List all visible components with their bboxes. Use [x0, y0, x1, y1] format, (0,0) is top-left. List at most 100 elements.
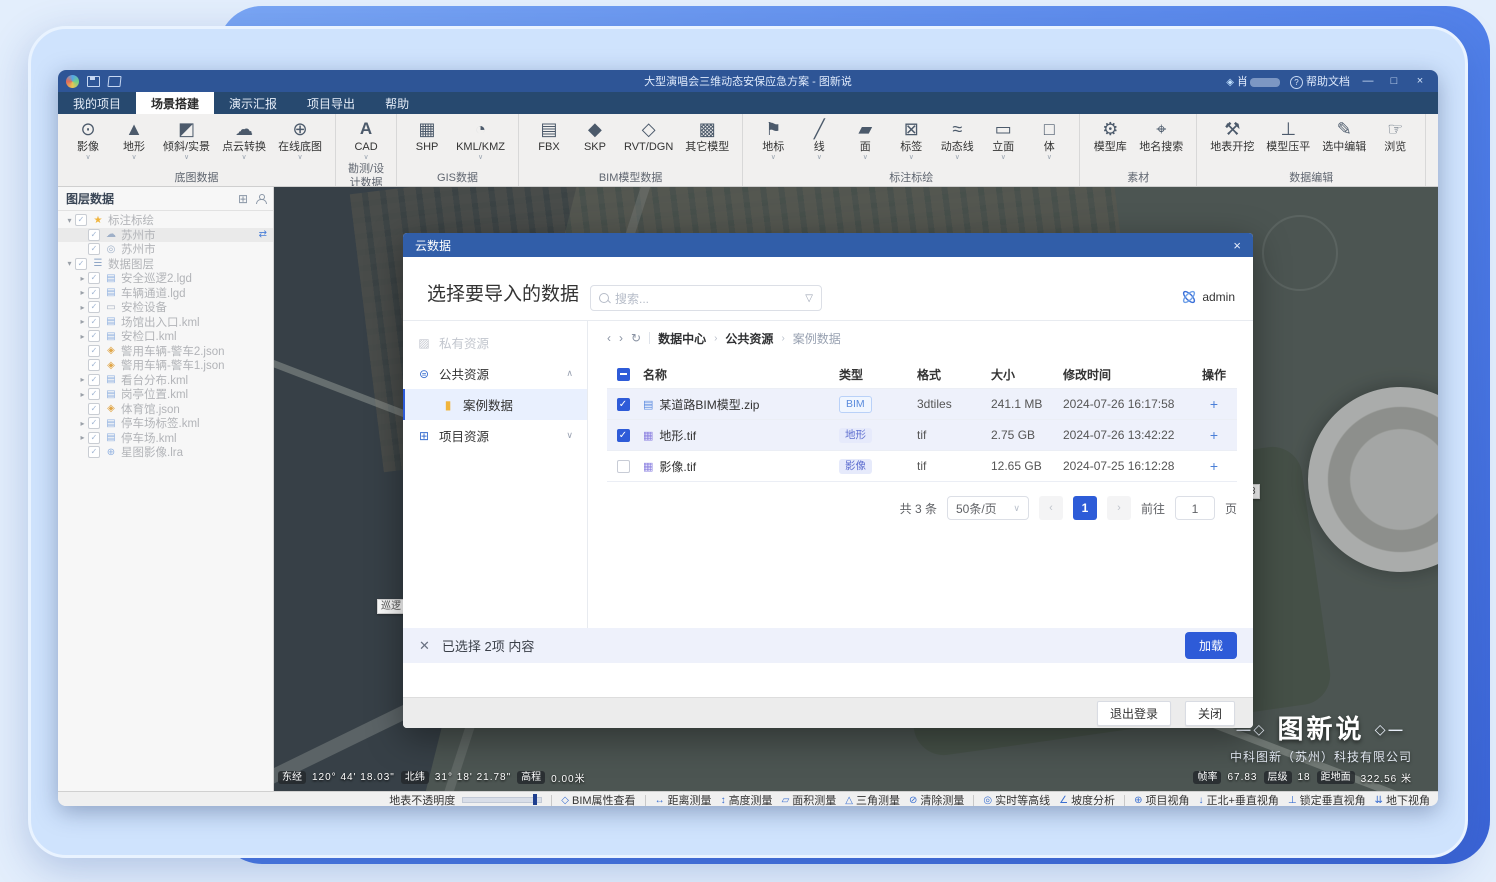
help-doc-link[interactable]: ?帮助文档 [1290, 73, 1350, 89]
opacity-slider-thumb[interactable] [533, 794, 537, 805]
layer-checkbox[interactable]: ✓ [88, 374, 100, 386]
layer-checkbox[interactable]: ✓ [88, 301, 100, 313]
ribbon-item-SHP[interactable]: ▦SHP [405, 117, 449, 162]
user-layers-icon[interactable] [256, 194, 265, 203]
add-row-icon[interactable]: + [1210, 427, 1218, 443]
add-row-icon[interactable]: + [1210, 458, 1218, 474]
ribbon-item-点云转换[interactable]: ☁点云转换∨ [217, 117, 271, 162]
layer-item-体育馆.json[interactable]: ✓◈体育馆.json [58, 402, 273, 417]
layer-item-岗亭位置.kml[interactable]: ▸✓▤岗亭位置.kml [58, 387, 273, 402]
tool-项目视角[interactable]: ⊕项目视角 [1134, 792, 1189, 806]
refresh-icon[interactable]: ↻ [631, 331, 641, 345]
load-button[interactable]: 加载 [1185, 632, 1237, 659]
opacity-slider[interactable] [462, 797, 542, 803]
ribbon-item-KML/KMZ[interactable]: ◔KML/KMZ∨ [451, 117, 510, 162]
search-input[interactable]: 搜索... ▽ [590, 285, 822, 311]
ribbon-item-立面[interactable]: ▭立面∨ [981, 117, 1025, 162]
layer-item-苏州市[interactable]: ✓◎苏州市 [58, 242, 273, 257]
ribbon-item-倾斜/实景[interactable]: ◩倾斜/实景∨ [158, 117, 215, 162]
ribbon-item-其它模型[interactable]: ▩其它模型 [680, 117, 734, 162]
layer-item-数据图层[interactable]: ▾✓☰数据图层 [58, 257, 273, 272]
layer-item-车辆通道.lgd[interactable]: ▸✓▤车辆通道.lgd [58, 286, 273, 301]
logout-button[interactable]: 退出登录 [1097, 701, 1171, 726]
layer-item-看台分布.kml[interactable]: ▸✓▤看台分布.kml [58, 373, 273, 388]
layer-checkbox[interactable]: ✓ [88, 403, 100, 415]
row-checkbox[interactable] [617, 460, 630, 473]
select-all-checkbox[interactable] [617, 368, 630, 381]
ribbon-item-标签[interactable]: ⊠标签∨ [889, 117, 933, 162]
ribbon-item-浏览[interactable]: ☞浏览 [1373, 117, 1417, 162]
tool-地下视角[interactable]: ⇊地下视角 [1375, 792, 1430, 806]
ribbon-item-模型库[interactable]: ⚙模型库 [1088, 117, 1132, 162]
layer-item-停车场标签.kml[interactable]: ▸✓▤停车场标签.kml [58, 416, 273, 431]
tool-三角测量[interactable]: △三角测量 [845, 792, 900, 806]
surface-opacity-control[interactable]: 地表不透明度 [389, 792, 542, 806]
layer-checkbox[interactable]: ✓ [75, 258, 87, 270]
layer-item-停车场.kml[interactable]: ▸✓▤停车场.kml [58, 431, 273, 446]
ribbon-item-体[interactable]: □体∨ [1027, 117, 1071, 162]
layer-checkbox[interactable]: ✓ [88, 229, 100, 241]
current-page[interactable]: 1 [1073, 496, 1097, 520]
expand-right-icon[interactable]: ▸ [77, 332, 88, 341]
tool-坡度分析[interactable]: ∠坡度分析 [1059, 792, 1115, 806]
sidebar-item-私有资源[interactable]: ▨私有资源 [403, 327, 587, 358]
expand-down-icon[interactable]: ▾ [64, 216, 75, 225]
ribbon-item-地表开挖[interactable]: ⚒地表开挖 [1205, 117, 1259, 162]
layer-checkbox[interactable]: ✓ [88, 316, 100, 328]
ribbon-item-模型压平[interactable]: ⊥模型压平 [1261, 117, 1315, 162]
layer-checkbox[interactable]: ✓ [88, 359, 100, 371]
tab-帮助[interactable]: 帮助 [370, 92, 424, 114]
ribbon-item-地形[interactable]: ▲地形∨ [112, 117, 156, 162]
layer-item-标注标绘[interactable]: ▾✓★标注标绘 [58, 213, 273, 228]
layer-item-安检设备[interactable]: ▸✓▭安检设备 [58, 300, 273, 315]
add-row-icon[interactable]: + [1210, 396, 1218, 412]
save-icon[interactable] [87, 76, 100, 87]
layer-checkbox[interactable]: ✓ [88, 446, 100, 458]
page-size-select[interactable]: 50条/页 ∨ [947, 496, 1029, 520]
row-checkbox[interactable]: ✓ [617, 429, 630, 442]
expand-right-icon[interactable]: ▸ [77, 375, 88, 384]
layer-item-场馆出入口.kml[interactable]: ▸✓▤场馆出入口.kml [58, 315, 273, 330]
expand-right-icon[interactable]: ▸ [77, 433, 88, 442]
maximize-button[interactable]: □ [1386, 75, 1402, 87]
dialog-close-icon[interactable]: × [1233, 238, 1241, 253]
clear-selection-icon[interactable]: ✕ [419, 638, 430, 654]
expand-right-icon[interactable]: ▸ [77, 419, 88, 428]
tool-正北+垂直视角[interactable]: ↓正北+垂直视角 [1198, 792, 1278, 806]
tool-实时等高线[interactable]: ◎实时等高线 [983, 792, 1050, 806]
tab-场景搭建[interactable]: 场景搭建 [136, 92, 214, 114]
tool-锁定垂直视角[interactable]: ⊥锁定垂直视角 [1288, 792, 1366, 806]
ribbon-item-在线底图[interactable]: ⊕在线底图∨ [273, 117, 327, 162]
tab-项目导出[interactable]: 项目导出 [292, 92, 370, 114]
ribbon-item-地标[interactable]: ⚑地标∨ [751, 117, 795, 162]
tool-清除测量[interactable]: ⊘清除测量 [909, 792, 964, 806]
ribbon-item-CAD[interactable]: ACAD∨ [344, 117, 388, 162]
layer-item-警用车辆-警车1.json[interactable]: ✓◈警用车辆-警车1.json [58, 358, 273, 373]
breadcrumb-案例数据[interactable]: 案例数据 [793, 330, 841, 347]
breadcrumb-公共资源[interactable]: 公共资源 [725, 330, 773, 347]
tab-演示汇报[interactable]: 演示汇报 [214, 92, 292, 114]
ribbon-item-漫游/录制[interactable]: ◉漫游/录制 [1434, 117, 1438, 162]
layer-item-安全巡逻2.lgd[interactable]: ▸✓▤安全巡逻2.lgd [58, 271, 273, 286]
layer-checkbox[interactable]: ✓ [75, 214, 87, 226]
expand-right-icon[interactable]: ▸ [77, 303, 88, 312]
open-folder-icon[interactable] [107, 76, 121, 87]
layer-checkbox[interactable]: ✓ [88, 330, 100, 342]
expand-right-icon[interactable]: ▸ [77, 288, 88, 297]
ribbon-item-选中编辑[interactable]: ✎选中编辑 [1317, 117, 1371, 162]
vip-badge[interactable]: ◈ 肖 [1226, 73, 1280, 89]
tool-BIM属性查看[interactable]: ◇BIM属性查看 [561, 792, 635, 806]
close-dialog-button[interactable]: 关闭 [1185, 701, 1235, 726]
ribbon-item-FBX[interactable]: ▤FBX [527, 117, 571, 162]
expand-down-icon[interactable]: ▾ [64, 259, 75, 268]
ribbon-item-SKP[interactable]: ◆SKP [573, 117, 617, 162]
goto-page-input[interactable]: 1 [1175, 496, 1215, 520]
ribbon-item-RVT/DGN[interactable]: ◇RVT/DGN [619, 117, 678, 162]
back-icon[interactable]: ‹ [607, 331, 611, 345]
layer-item-星图影像.lra[interactable]: ✓⊕星图影像.lra [58, 445, 273, 460]
tab-我的项目[interactable]: 我的项目 [58, 92, 136, 114]
expand-right-icon[interactable]: ▸ [77, 390, 88, 399]
sidebar-item-项目资源[interactable]: ⊞项目资源∨ [403, 420, 587, 451]
ribbon-item-影像[interactable]: ⊙影像∨ [66, 117, 110, 162]
layer-item-警用车辆-警车2.json[interactable]: ✓◈警用车辆-警车2.json [58, 344, 273, 359]
